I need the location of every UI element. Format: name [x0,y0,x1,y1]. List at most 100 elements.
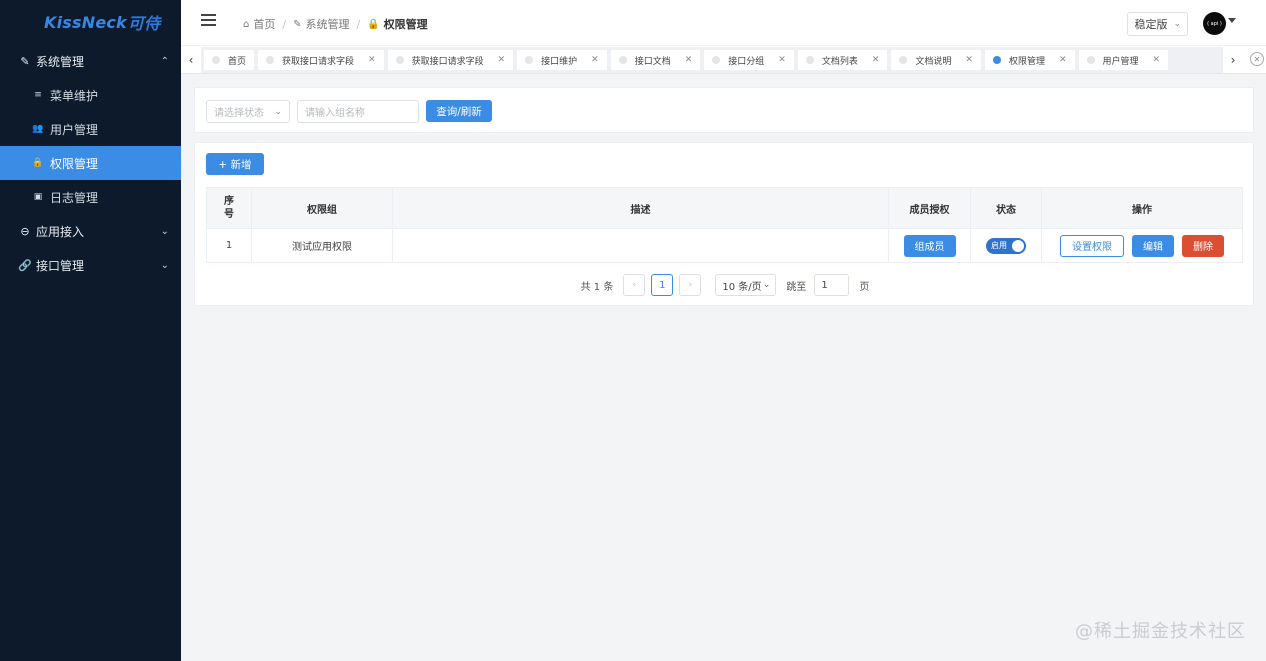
status-select-placeholder: 请选择状态 [214,108,264,119]
next-page-icon[interactable]: › [679,274,702,296]
version-select[interactable]: 稳定版 ⌄ [1127,12,1188,36]
breadcrumb: ⌂ 首页 / ✎ 系统管理 / 🔒 权限管理 [243,16,428,32]
close-icon[interactable]: ✕ [1153,55,1161,65]
tabs-scroll-right-icon[interactable]: › [1223,46,1243,74]
column-header-status: 状态 [971,188,1042,228]
top-header: ⌂ 首页 / ✎ 系统管理 / 🔒 权限管理 稳定版 ⌄ ( api ) [181,0,1266,46]
tab-doc-notes[interactable]: 文档说明 ✕ [891,50,981,70]
sidebar-group-label: 接口管理 [36,258,85,273]
hamburger-icon[interactable] [201,14,216,29]
sidebar-item-permissions[interactable]: 🔒 权限管理 [0,146,181,180]
sidebar-group-system[interactable]: ✎ 系统管理 ⌃ [0,44,181,78]
sidebar-item-label: 权限管理 [50,156,99,171]
tab-api-maintain[interactable]: 接口维护 ✕ [517,50,607,70]
tab-dot-icon [712,56,721,64]
column-header-index: 序 号 [207,188,252,228]
chevron-down-icon: ⌄ [160,259,169,271]
tab-doc-list[interactable]: 文档列表 ✕ [797,50,888,70]
tab-dot-icon [525,56,534,64]
close-icon[interactable]: ✕ [498,55,506,65]
prev-page-icon[interactable]: ‹ [623,274,646,296]
avatar[interactable]: ( api ) [1203,12,1226,35]
tab-label: 获取接口请求字段 [411,56,484,67]
sidebar-item-users[interactable]: 👥 用户管理 [0,112,181,146]
tab-label: 接口分组 [728,56,765,67]
chevron-up-icon: ⌃ [160,55,169,67]
tab-permissions[interactable]: 权限管理 ✕ [984,50,1075,70]
breadcrumb-home[interactable]: 首页 [253,16,275,32]
close-icon[interactable]: ✕ [368,55,376,65]
close-icon[interactable]: ✕ [778,55,786,65]
sidebar-group-label: 应用接入 [36,224,85,239]
close-icon[interactable]: ✕ [591,55,599,65]
page-unit-label: 页 [859,281,870,293]
tab-label: 接口维护 [541,56,578,67]
tab-dot-icon [266,56,275,64]
tabs-track: 首页 获取接口请求字段 ✕ 获取接口请求字段 ✕ 接口维护 ✕ 接口文档 ✕ 接口分组 ✕… [201,47,1223,73]
column-header-text: 号 [224,209,234,220]
group-name-placeholder: 请输入组名称 [305,108,365,119]
set-permissions-button[interactable]: 设置权限 [1060,234,1124,257]
column-header-text: 序 [224,196,234,207]
column-header-group: 权限组 [252,188,393,228]
group-name-input[interactable]: 请输入组名称 [297,100,419,123]
list-icon: ≡ [34,90,42,100]
pagination-total: 共 1 条 [580,281,614,293]
chevron-down-icon: ⌄ [762,280,771,290]
status-select[interactable]: 请选择状态 ⌄ [206,100,290,123]
tab-api-groups[interactable]: 接口分组 ✕ [704,50,794,70]
breadcrumb-separator: / [356,17,361,31]
page-size-select[interactable]: 10 条/页 ⌄ [715,274,777,296]
breadcrumb-system[interactable]: 系统管理 [305,16,349,32]
status-toggle[interactable]: 启用 [986,237,1026,254]
tab-dot-icon [1086,56,1095,64]
users-icon: 👥 [32,124,44,134]
link-icon: 🔗 [18,258,32,272]
tabs-scroll-left-icon[interactable]: ‹ [181,46,201,74]
sidebar: KissNeck 可侍 ✎ 系统管理 ⌃ ≡ 菜单维护 👥 用户管理 🔒 权限管理… [0,0,181,661]
brand-logo[interactable]: KissNeck 可侍 [0,0,181,44]
cell-status: 启用 [971,229,1042,262]
query-refresh-button[interactable]: 查询/刷新 [426,100,492,122]
tab-fetch-fields-2[interactable]: 获取接口请求字段 ✕ [387,50,514,70]
add-button[interactable]: + 新增 [206,153,264,175]
toggle-knob [1012,239,1024,252]
chevron-down-icon: ⌄ [274,106,282,117]
breadcrumb-current: 权限管理 [383,18,428,31]
search-card: 请选择状态 ⌄ 请输入组名称 查询/刷新 [194,87,1254,133]
sidebar-item-logs[interactable]: ▣ 日志管理 [0,180,181,214]
close-icon[interactable]: ✕ [872,55,880,65]
sidebar-group-api[interactable]: 🔗 接口管理 ⌄ [0,248,181,282]
pagination: 共 1 条 ‹ 1 › 10 条/页 ⌄ 跳至 1 页 [195,274,1255,296]
close-icon[interactable]: ✕ [1059,55,1067,65]
main-card: + 新增 序 号 权限组 描述 成员授权 状态 操作 1 测试应用权限 组成员 … [194,142,1254,306]
cell-members: 组成员 [889,229,971,262]
wrench-icon: ✎ [20,54,30,68]
table-header: 序 号 权限组 描述 成员授权 状态 操作 [207,188,1242,228]
page-number-current[interactable]: 1 [651,274,674,296]
close-all-tabs-icon[interactable]: ✕ [1250,52,1264,66]
group-members-button[interactable]: 组成员 [903,234,956,257]
tab-label: 用户管理 [1102,56,1139,67]
close-icon[interactable]: ✕ [965,55,973,65]
sidebar-group-label: 系统管理 [36,54,85,69]
jump-page-input[interactable]: 1 [814,274,850,296]
tab-users[interactable]: 用户管理 ✕ [1078,50,1169,70]
sidebar-item-label: 用户管理 [50,122,99,137]
tabs-bar: ‹ 首页 获取接口请求字段 ✕ 获取接口请求字段 ✕ 接口维护 ✕ 接口文档 ✕ 接口分… [181,46,1266,74]
jump-label: 跳至 [786,281,807,293]
caret-down-icon[interactable] [1228,18,1236,23]
tab-api-docs[interactable]: 接口文档 ✕ [610,50,701,70]
sidebar-item-label: 菜单维护 [50,88,99,103]
column-header-actions: 操作 [1132,204,1152,216]
edit-button[interactable]: 编辑 [1132,234,1174,257]
delete-button[interactable]: 删除 [1182,234,1224,257]
tab-label: 文档列表 [821,56,858,67]
sidebar-item-menu[interactable]: ≡ 菜单维护 [0,78,181,112]
close-icon[interactable]: ✕ [685,55,693,65]
tab-fetch-fields-1[interactable]: 获取接口请求字段 ✕ [258,50,384,70]
status-toggle-label: 启用 [991,241,1007,250]
breadcrumb-separator: / [282,17,287,31]
sidebar-group-apps[interactable]: ⊖ 应用接入 ⌄ [0,214,181,248]
tab-home[interactable]: 首页 [204,50,255,70]
